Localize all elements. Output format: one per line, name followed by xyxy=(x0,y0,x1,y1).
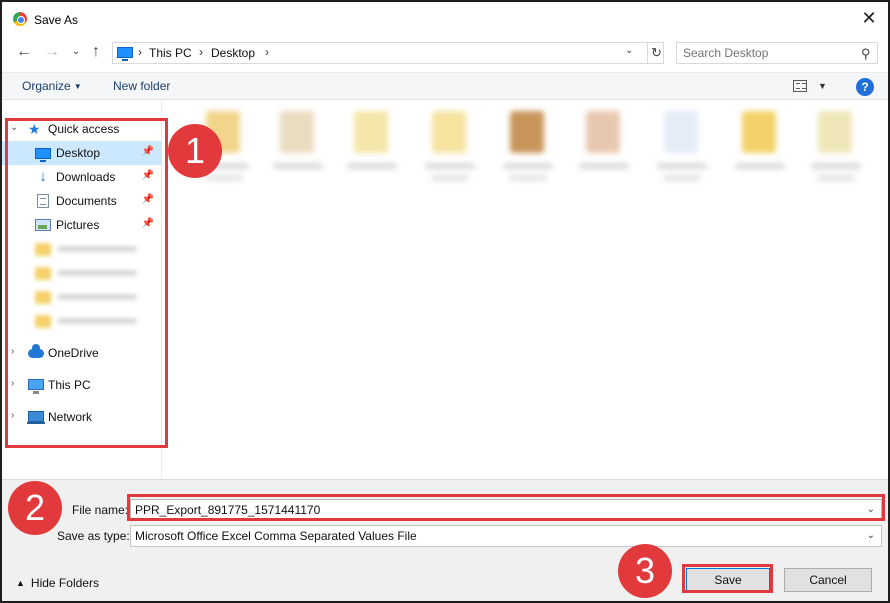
step-2-marker: 2 xyxy=(8,481,62,535)
new-folder-button[interactable]: New folder xyxy=(113,79,170,93)
file-tile[interactable] xyxy=(569,111,639,191)
file-tile[interactable] xyxy=(725,111,795,191)
onedrive-label: OneDrive xyxy=(48,346,99,360)
pin-icon: 📌 xyxy=(141,218,154,229)
folder-icon xyxy=(35,291,51,304)
hide-folders-toggle[interactable]: ▲ Hide Folders xyxy=(16,576,99,590)
save-as-type-label: Save as type: xyxy=(57,529,130,543)
breadcrumb-this-pc[interactable]: This PC xyxy=(149,46,192,60)
nav-item-quick-access[interactable]: ⌄ ★ Quick access xyxy=(2,117,162,141)
this-pc-icon xyxy=(117,47,133,61)
chevron-down-icon[interactable]: ⌄ xyxy=(867,530,875,541)
search-input[interactable] xyxy=(683,46,853,60)
nav-item-downloads[interactable]: ↓ Downloads 📌 xyxy=(2,165,162,189)
collapsed-chevron-icon[interactable]: › xyxy=(11,346,14,357)
file-tile[interactable] xyxy=(415,111,485,191)
blurred-folder-item[interactable] xyxy=(35,289,155,307)
command-toolbar: Organize ▼ New folder ▼ ? xyxy=(2,72,888,100)
chevron-down-icon[interactable]: ⌄ xyxy=(867,504,875,515)
downloads-icon: ↓ xyxy=(39,168,47,185)
nav-item-pictures[interactable]: Pictures 📌 xyxy=(2,213,162,237)
dialog-title: Save As xyxy=(34,13,79,27)
title-bar: Save As ✕ xyxy=(2,2,888,36)
file-tile[interactable] xyxy=(801,111,871,191)
breadcrumb-separator: › xyxy=(138,45,142,59)
save-form: File name: PPR_Export_891775_1571441170 … xyxy=(2,479,888,601)
address-dropdown-icon[interactable]: ⌄ xyxy=(625,45,633,56)
network-label: Network xyxy=(48,410,93,424)
address-bar[interactable]: › This PC › Desktop › ⌄ ↻ xyxy=(112,42,664,64)
nav-item-desktop[interactable]: Desktop 📌 xyxy=(2,141,162,165)
chevron-up-icon: ▲ xyxy=(16,578,25,588)
blurred-folder-item[interactable] xyxy=(35,241,155,259)
save-as-type-select[interactable]: Microsoft Office Excel Comma Separated V… xyxy=(130,525,882,547)
step-3-marker: 3 xyxy=(618,544,672,598)
onedrive-cloud-icon xyxy=(28,344,44,358)
pin-icon: 📌 xyxy=(141,194,154,205)
file-tile[interactable] xyxy=(493,111,563,191)
file-tile[interactable] xyxy=(647,111,717,191)
close-icon[interactable]: ✕ xyxy=(856,8,882,30)
nav-item-onedrive[interactable]: › OneDrive xyxy=(2,341,162,365)
organize-menu[interactable]: Organize ▼ xyxy=(22,79,82,93)
chevron-down-icon: ▼ xyxy=(73,82,82,91)
nav-item-label: Desktop xyxy=(56,146,101,160)
nav-item-documents[interactable]: Documents 📌 xyxy=(2,189,162,213)
documents-icon xyxy=(37,194,49,208)
file-name-label: File name: xyxy=(72,503,129,517)
file-tile[interactable] xyxy=(263,111,333,191)
network-icon xyxy=(27,411,45,424)
nav-item-label: Documents xyxy=(56,194,117,208)
nav-item-label: Downloads xyxy=(56,170,116,184)
star-icon: ★ xyxy=(28,121,41,137)
back-arrow-icon[interactable]: ← xyxy=(14,42,34,62)
computer-icon xyxy=(28,379,44,394)
file-name-field[interactable]: PPR_Export_891775_1571441170 ⌄ xyxy=(130,499,882,521)
chrome-icon xyxy=(13,12,27,26)
file-name-value[interactable]: PPR_Export_891775_1571441170 xyxy=(135,503,320,517)
forward-arrow-icon[interactable]: → xyxy=(42,42,62,62)
hide-folders-label: Hide Folders xyxy=(30,576,99,590)
save-as-type-value: Microsoft Office Excel Comma Separated V… xyxy=(135,529,417,543)
folder-icon xyxy=(35,267,51,280)
this-pc-label: This PC xyxy=(48,378,91,392)
step-1-marker: 1 xyxy=(168,124,222,178)
search-box[interactable]: ⚲ xyxy=(676,42,878,64)
save-as-dialog: Save As ✕ ← → ⌄ ↑ › This PC › Desktop › … xyxy=(0,0,890,603)
desktop-icon xyxy=(35,148,51,162)
blurred-folder-item[interactable] xyxy=(35,313,155,331)
navigation-pane: ⌄ ★ Quick access Desktop 📌 ↓ Downloads 📌… xyxy=(2,101,162,479)
pictures-icon xyxy=(35,219,51,231)
organize-label: Organize xyxy=(22,79,71,93)
pin-icon: 📌 xyxy=(141,146,154,157)
nav-item-this-pc[interactable]: › This PC xyxy=(2,373,162,397)
view-options-chevron-icon[interactable]: ▼ xyxy=(818,81,827,91)
search-icon: ⚲ xyxy=(861,46,871,61)
blurred-folder-item[interactable] xyxy=(35,265,155,283)
expanded-chevron-icon[interactable]: ⌄ xyxy=(10,122,18,133)
collapsed-chevron-icon[interactable]: › xyxy=(11,378,14,389)
recent-locations-chevron-icon[interactable]: ⌄ xyxy=(66,42,86,62)
change-view-icon[interactable] xyxy=(793,80,807,92)
quick-access-label: Quick access xyxy=(48,122,120,136)
nav-item-label: Pictures xyxy=(56,218,100,232)
breadcrumb-separator: › xyxy=(265,45,269,59)
breadcrumb-separator: › xyxy=(199,45,203,59)
save-button[interactable]: Save xyxy=(686,568,770,592)
breadcrumb-desktop[interactable]: Desktop xyxy=(211,46,255,60)
nav-item-network[interactable]: › Network xyxy=(2,405,162,429)
up-arrow-icon[interactable]: ↑ xyxy=(86,42,106,62)
file-list-pane[interactable] xyxy=(163,101,888,479)
help-icon[interactable]: ? xyxy=(856,78,874,96)
folder-icon xyxy=(35,315,51,328)
pin-icon: 📌 xyxy=(141,170,154,181)
refresh-icon[interactable]: ↻ xyxy=(647,43,665,63)
cancel-button[interactable]: Cancel xyxy=(784,568,872,592)
collapsed-chevron-icon[interactable]: › xyxy=(11,410,14,421)
folder-icon xyxy=(35,243,51,256)
file-tile[interactable] xyxy=(337,111,407,191)
